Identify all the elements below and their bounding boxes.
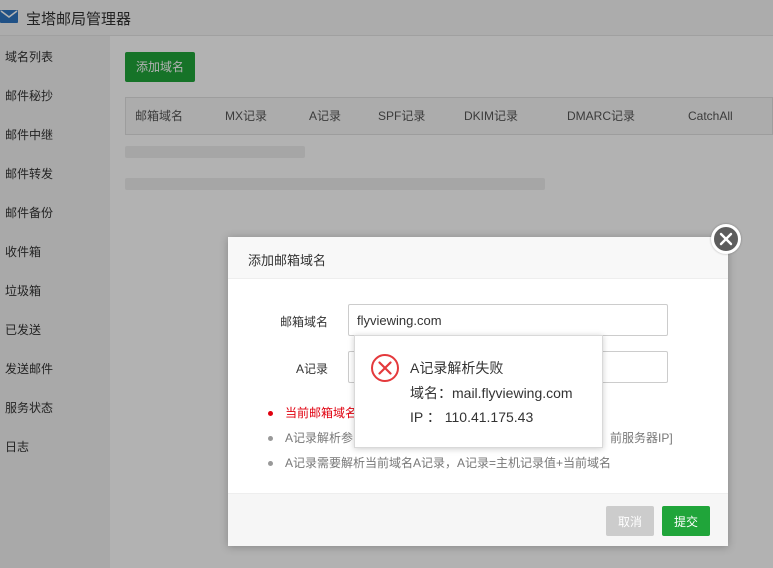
a-record-label: A记录 (295, 362, 328, 376)
error-popup: A记录解析失败 域名：mail.flyviewing.com IP ： 110.… (354, 335, 603, 448)
tip-text: A记录解析参 (285, 431, 354, 445)
close-icon[interactable] (711, 224, 741, 254)
domain-input[interactable] (348, 304, 668, 336)
tip-item: A记录需要解析当前域名A记录，A记录=主机记录值+当前域名 (268, 451, 708, 476)
tip-text: 当前邮箱域名 (285, 406, 358, 420)
domain-label: 邮箱域名 (279, 315, 328, 329)
tip-text: A记录需要解析当前域名A记录，A记录=主机记录值+当前域名 (285, 456, 612, 470)
error-circle-icon (370, 353, 400, 383)
dialog-title: 添加邮箱域名 (248, 253, 327, 268)
bullet-icon (268, 461, 273, 466)
cancel-button[interactable]: 取消 (606, 506, 654, 536)
bullet-icon (268, 411, 273, 416)
popup-title: A记录解析失败 (410, 360, 504, 376)
submit-button[interactable]: 提交 (662, 506, 710, 536)
bullet-icon (268, 436, 273, 441)
tip-text-tail: 前服务器IP] (610, 431, 673, 445)
dialog-footer: 取消 提交 (228, 493, 728, 546)
popup-domain: 域名：mail.flyviewing.com (410, 385, 573, 401)
popup-ip: IP ： 110.41.175.43 (410, 409, 534, 425)
dialog-header: 添加邮箱域名 (228, 237, 728, 279)
